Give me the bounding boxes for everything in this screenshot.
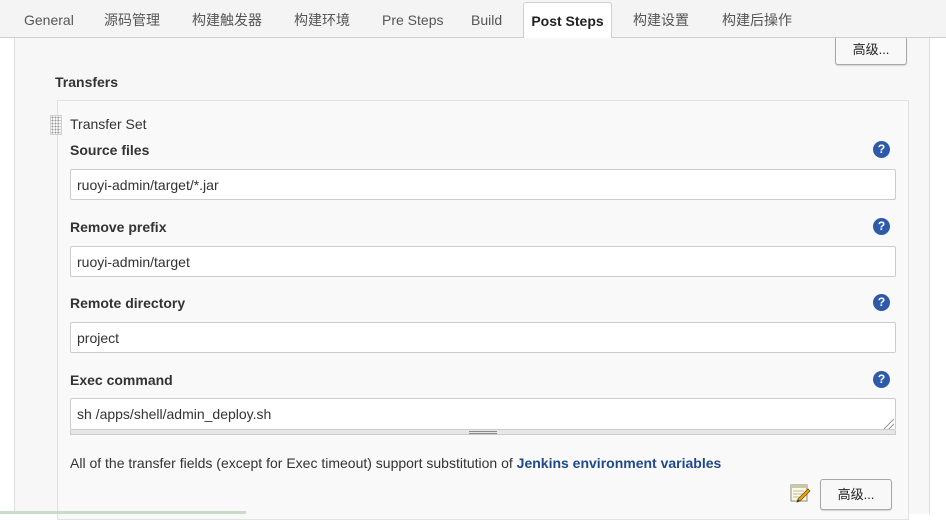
exec-command-textarea[interactable]: sh /apps/shell/admin_deploy.sh (70, 398, 896, 430)
help-question-icon[interactable]: ? (873, 294, 890, 311)
tab-pre-steps[interactable]: Pre Steps (382, 0, 443, 38)
tab-post-build-actions[interactable]: 构建后操作 (722, 0, 792, 38)
grip-lines-icon (469, 431, 497, 434)
help-question-icon[interactable]: ? (873, 371, 890, 388)
source-files-input[interactable] (70, 169, 896, 200)
substitution-note-text: All of the transfer fields (except for E… (70, 455, 517, 471)
transfers-title: Transfers (55, 74, 119, 90)
tab-build[interactable]: Build (471, 0, 502, 38)
tab-build-settings[interactable]: 构建设置 (633, 0, 689, 38)
textarea-resize-icon[interactable] (884, 419, 894, 429)
help-question-icon[interactable]: ? (873, 141, 890, 158)
tab-source-control[interactable]: 源码管理 (104, 0, 160, 38)
advanced-button[interactable]: 高级... (820, 479, 892, 510)
notepad-pencil-icon[interactable] (789, 482, 811, 504)
tab-build-environment[interactable]: 构建环境 (294, 0, 350, 38)
jenkins-env-vars-link[interactable]: Jenkins environment variables (517, 455, 722, 471)
exec-command-label: Exec command (70, 372, 173, 388)
source-files-label: Source files (70, 142, 150, 158)
help-question-icon[interactable]: ? (873, 218, 890, 235)
tab-post-steps[interactable]: Post Steps (523, 2, 612, 39)
tab-general[interactable]: General (24, 0, 74, 38)
substitution-note: All of the transfer fields (except for E… (70, 455, 721, 471)
drag-handle-icon[interactable] (50, 115, 62, 135)
remove-prefix-label: Remove prefix (70, 219, 167, 235)
advanced-button-top[interactable]: 高级... (835, 38, 907, 65)
remove-prefix-input[interactable] (70, 246, 896, 277)
config-content: 高级... Transfers Transfer Set Source file… (0, 38, 946, 520)
remote-directory-input[interactable] (70, 322, 896, 353)
tab-bar: General 源码管理 构建触发器 构建环境 Pre Steps Build … (0, 0, 946, 39)
tab-build-triggers[interactable]: 构建触发器 (192, 0, 262, 38)
remote-directory-label: Remote directory (70, 295, 186, 311)
transfer-set-title: Transfer Set (70, 116, 147, 132)
